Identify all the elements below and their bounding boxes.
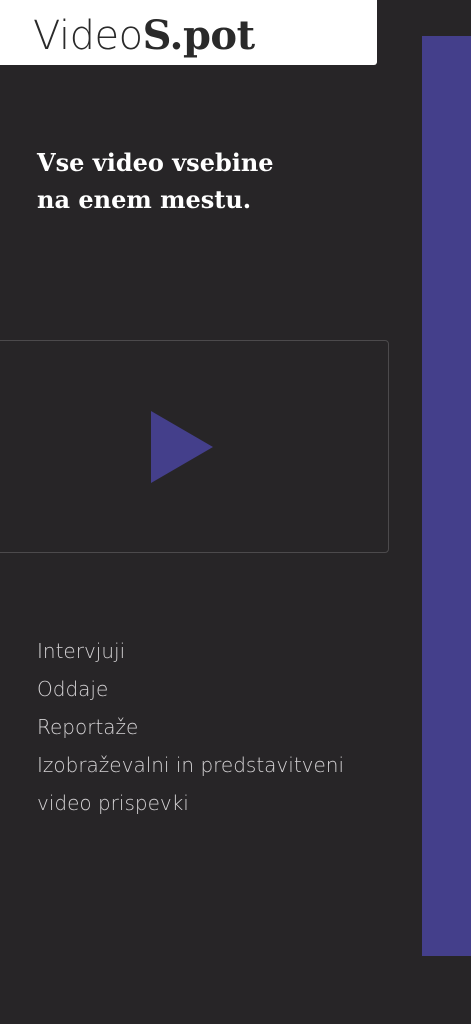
logo-text-video: Video [33, 13, 143, 59]
hero-headline-line2: na enem mestu. [37, 185, 252, 214]
category-item-reportaze[interactable]: Reportaže [37, 708, 344, 746]
hero-headline: Vse video vsebine na enem mestu. [37, 144, 357, 218]
accent-side-band [422, 36, 471, 956]
header-bar: VideoS.pot [0, 0, 377, 65]
hero-headline-line1: Vse video vsebine [37, 148, 274, 177]
category-item-intervjuji[interactable]: Intervjuji [37, 632, 344, 670]
video-player[interactable] [0, 340, 389, 553]
category-item-oddaje[interactable]: Oddaje [37, 670, 344, 708]
category-item-video-prispevki[interactable]: video prispevki [37, 784, 344, 822]
play-icon[interactable] [151, 411, 213, 483]
site-logo[interactable]: VideoS.pot [33, 12, 255, 60]
category-list: Intervjuji Oddaje Reportaže Izobraževaln… [37, 632, 344, 822]
category-item-izobrazevalni[interactable]: Izobraževalni in predstavitveni [37, 746, 344, 784]
logo-text-spot: S.pot [142, 12, 256, 59]
